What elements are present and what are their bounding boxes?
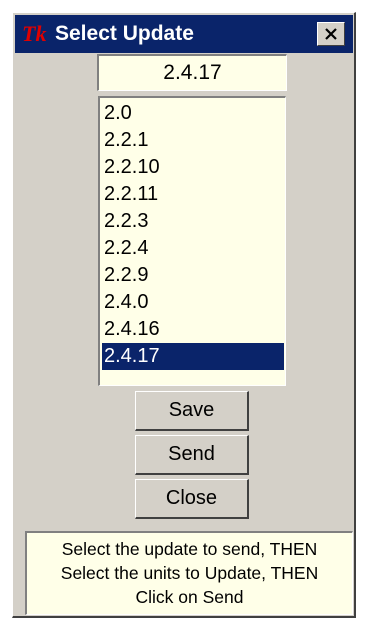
instruction-line: Select the update to send, THEN bbox=[61, 539, 318, 559]
instruction-line: Select the units to Update, THEN bbox=[60, 563, 319, 583]
selected-update-field[interactable]: 2.4.17 bbox=[97, 54, 287, 91]
list-item[interactable]: 2.2.4 bbox=[102, 235, 284, 262]
instruction-line: Click on Send bbox=[135, 587, 244, 607]
send-button[interactable]: Send bbox=[135, 435, 249, 475]
list-item[interactable]: 2.2.9 bbox=[102, 262, 284, 289]
list-item[interactable]: 2.2.3 bbox=[102, 208, 284, 235]
close-button[interactable]: Close bbox=[135, 479, 249, 519]
list-item[interactable]: 2.0 bbox=[102, 100, 284, 127]
update-listbox[interactable]: 2.0 2.2.1 2.2.10 2.2.11 2.2.3 2.2.4 2.2.… bbox=[98, 96, 286, 386]
list-item[interactable]: 2.2.11 bbox=[102, 181, 284, 208]
list-item[interactable]: 2.2.10 bbox=[102, 154, 284, 181]
list-item[interactable]: 2.2.1 bbox=[102, 127, 284, 154]
tk-logo-icon: Tk bbox=[22, 21, 46, 46]
save-button[interactable]: Save bbox=[135, 391, 249, 431]
list-item[interactable]: 2.4.16 bbox=[102, 316, 284, 343]
list-item-selected[interactable]: 2.4.17 bbox=[102, 343, 284, 370]
window-title: Select Update bbox=[55, 22, 194, 45]
close-window-button[interactable] bbox=[317, 22, 345, 46]
instructions-box: Select the update to send, THEN Select t… bbox=[25, 531, 353, 615]
close-x-icon bbox=[325, 28, 337, 40]
select-update-window: Tk Select Update 2.4.17 2.0 2.2.1 2.2.10… bbox=[12, 12, 356, 618]
list-item[interactable]: 2.4.0 bbox=[102, 289, 284, 316]
svg-text:Tk: Tk bbox=[22, 21, 46, 46]
title-bar[interactable]: Tk Select Update bbox=[15, 15, 353, 53]
